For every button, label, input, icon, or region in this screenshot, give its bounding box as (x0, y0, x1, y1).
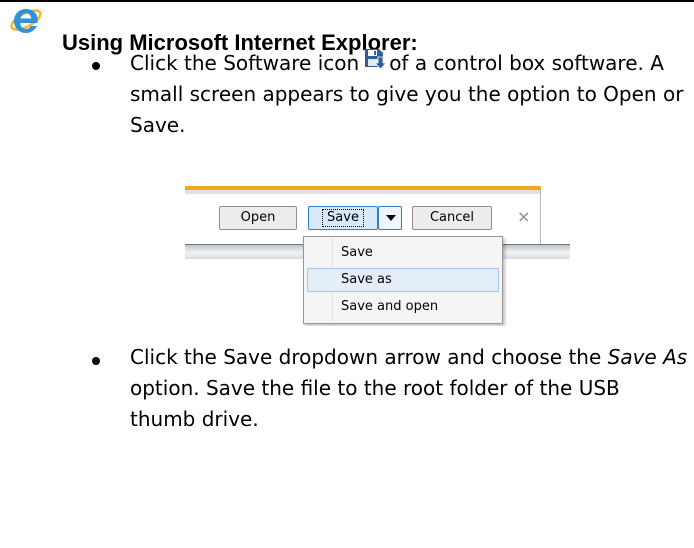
save-dropdown-arrow[interactable] (378, 206, 402, 230)
close-icon[interactable]: × (517, 207, 530, 226)
cancel-button[interactable]: Cancel (412, 206, 492, 230)
step-2-text: Click the Save dropdown arrow and choose… (130, 342, 690, 435)
notification-bar-edge (540, 190, 541, 244)
step-2-text-after: option. Save the file to the root folder… (130, 376, 620, 431)
menu-item-save-as[interactable]: Save as (307, 268, 499, 292)
save-dialog-screenshot: Open Save Cancel × Save Save as Save and… (185, 186, 570, 326)
save-button-label: Save (322, 209, 364, 227)
menu-item-save-and-open[interactable]: Save and open (307, 295, 499, 319)
top-rule (0, 0, 694, 2)
notification-bar-border (185, 190, 541, 194)
open-button[interactable]: Open (219, 206, 297, 230)
step-1-text-before: Click the Software icon (130, 51, 360, 75)
bullet-2 (92, 357, 100, 365)
step-2-text-before: Click the Save dropdown arrow and choose… (130, 345, 602, 369)
save-dropdown-menu: Save Save as Save and open (303, 236, 503, 324)
save-as-emphasis: Save As (607, 345, 688, 369)
save-button[interactable]: Save (308, 206, 378, 230)
internet-explorer-logo-icon (10, 9, 42, 33)
chevron-down-icon (386, 215, 396, 221)
bullet-1 (92, 62, 100, 70)
software-save-icon (365, 49, 388, 70)
menu-item-save[interactable]: Save (307, 241, 499, 265)
step-1-text: Click the Software icon of a control box… (130, 47, 690, 141)
